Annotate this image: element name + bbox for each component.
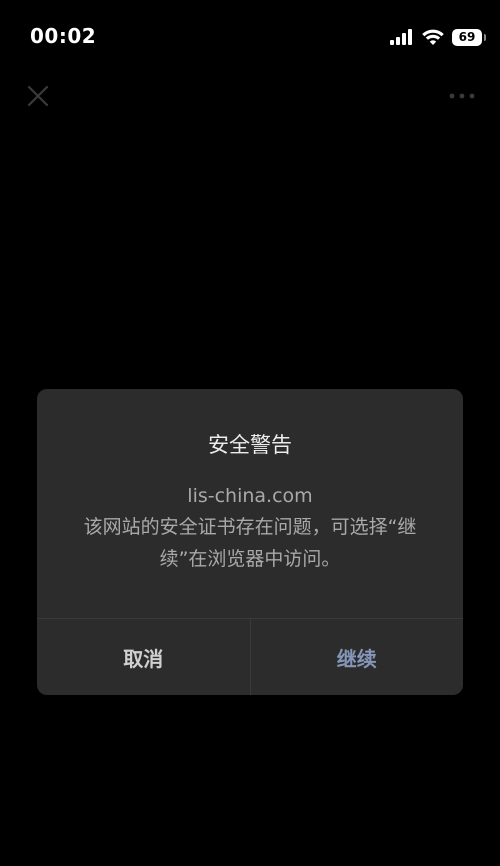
continue-button[interactable]: 继续 [251, 619, 464, 695]
status-time: 00:02 [30, 24, 97, 48]
close-icon[interactable] [26, 84, 50, 108]
dialog-content: lis-china.com 该网站的安全证书存在问题，可选择“继续”在浏览器中访… [67, 481, 433, 575]
battery-icon: 69 [452, 28, 486, 46]
status-icons: 69 [390, 26, 486, 48]
more-icon[interactable] [448, 88, 476, 104]
security-warning-dialog: 安全警告 lis-china.com 该网站的安全证书存在问题，可选择“继续”在… [37, 389, 463, 695]
dialog-domain: lis-china.com [187, 485, 313, 507]
battery-level: 69 [458, 30, 476, 44]
status-bar: 00:02 69 [0, 0, 500, 72]
wifi-icon [422, 29, 444, 45]
dialog-title: 安全警告 [208, 433, 292, 457]
cancel-button[interactable]: 取消 [37, 619, 251, 695]
dialog-buttons: 取消 继续 [37, 618, 463, 695]
signal-icon [390, 29, 412, 45]
dialog-message: 该网站的安全证书存在问题，可选择“继续”在浏览器中访问。 [83, 516, 417, 570]
